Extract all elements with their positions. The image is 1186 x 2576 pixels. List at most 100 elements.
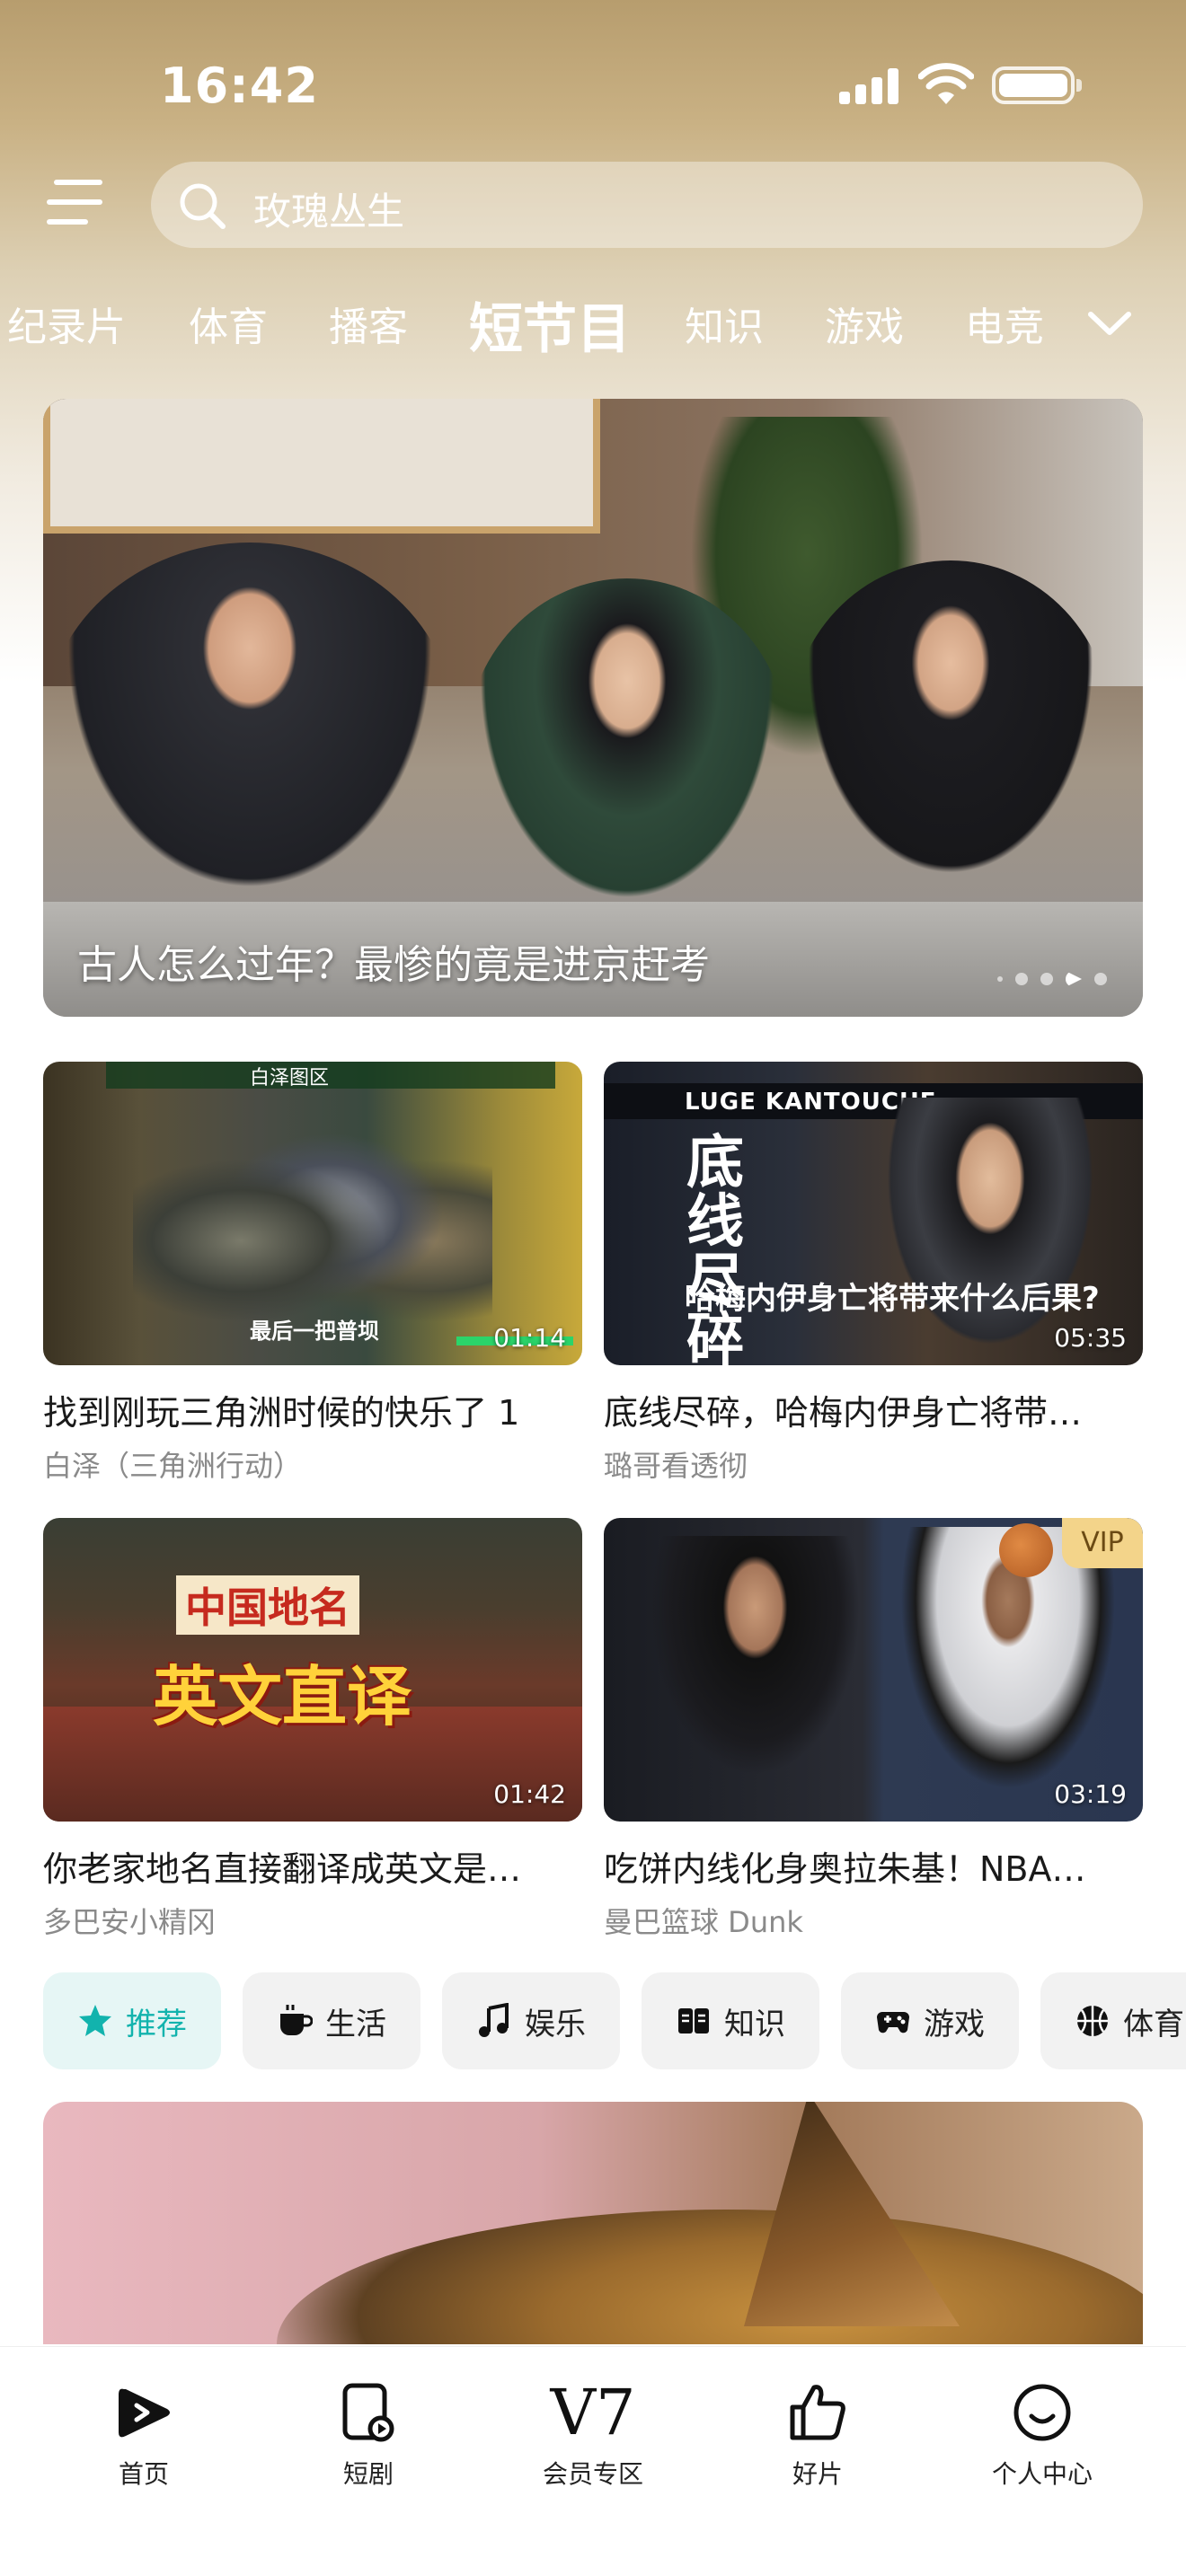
chip-entertainment[interactable]: 娱乐 — [442, 1972, 620, 2069]
video-card[interactable]: LUGE KANTOUCHE 底线尽碎 哈梅内伊身亡将带来什么后果? 05:35… — [604, 1062, 1143, 1485]
play-icon — [54, 2378, 234, 2448]
video-thumbnail: 白泽图区 最后一把普坝 01:14 — [43, 1062, 582, 1365]
video-duration: 03:19 — [1054, 1779, 1127, 1809]
v7-logo-text: V7 — [550, 2376, 636, 2449]
tab-category[interactable]: 纪录片 — [7, 295, 126, 352]
bottom-tab-bar: 首页 短剧 V7 会员专区 好片 个人中心 — [0, 2346, 1186, 2576]
carousel-dot — [1015, 973, 1028, 985]
coffee-icon — [277, 2003, 313, 2039]
tab-category[interactable]: 知识 — [685, 295, 764, 352]
carousel-dot — [1040, 973, 1053, 985]
search-placeholder: 玫瑰丛生 — [253, 190, 405, 234]
search-bar[interactable]: 玫瑰丛生 — [151, 162, 1143, 248]
vip-badge: VIP — [1062, 1518, 1143, 1568]
chip-label: 体育 — [1123, 2006, 1184, 2042]
search-icon — [180, 183, 226, 229]
category-tabs: 纪录片 体育 播客 短节目 知识 游戏 电竞 — [0, 286, 1186, 361]
hero-person — [43, 543, 456, 920]
video-title: 底线尽碎，哈梅内伊身亡将带… — [604, 1393, 1083, 1433]
tab-label: 短剧 — [342, 2459, 394, 2489]
video-duration: 01:42 — [493, 1779, 566, 1809]
carousel-dot-active — [1066, 971, 1082, 987]
video-title: 找到刚玩三角洲时候的快乐了 1 — [43, 1393, 520, 1433]
hero-title: 古人怎么过年？最惨的竟是进京赶考 — [77, 942, 710, 988]
menu-line — [47, 219, 88, 225]
status-bar: 16:42 — [0, 0, 1186, 171]
thumbnail-top-text: 白泽图区 — [250, 1067, 330, 1090]
thumbnail-overlay-text: 最后一把普坝 — [250, 1319, 379, 1344]
chip-label: 推荐 — [126, 2006, 187, 2042]
thumbnail-sub-text: 哈梅内伊身亡将带来什么后果? — [685, 1281, 1100, 1317]
video-title: 吃饼内线化身奥拉朱基！NBA… — [604, 1849, 1086, 1889]
feed-card-image-dog — [277, 2210, 1143, 2344]
feed-card-large[interactable] — [43, 2102, 1143, 2344]
video-author[interactable]: 多巴安小精冈 — [43, 1900, 582, 1941]
tab-label: 个人中心 — [991, 2459, 1093, 2489]
gamepad-icon — [875, 2003, 911, 2039]
music-icon — [476, 2003, 512, 2039]
chip-label: 生活 — [325, 2006, 386, 2042]
chip-sports[interactable]: 体育 — [1040, 1972, 1186, 2069]
status-time: 16:42 — [160, 57, 319, 114]
carousel-dot — [997, 976, 1003, 982]
tab-category[interactable]: 播客 — [329, 295, 408, 352]
tab-category[interactable]: 电竞 — [965, 295, 1044, 352]
video-thumbnail: VIP 03:19 — [604, 1518, 1143, 1822]
video-title: 你老家地名直接翻译成英文是… — [43, 1849, 522, 1889]
carousel-dot — [1094, 973, 1107, 985]
tab-short-drama[interactable]: 短剧 — [279, 2378, 458, 2491]
video-author[interactable]: 白泽（三角洲行动） — [43, 1443, 582, 1485]
video-thumbnail: LUGE KANTOUCHE 底线尽碎 哈梅内伊身亡将带来什么后果? 05:35 — [604, 1062, 1143, 1365]
video-duration: 01:14 — [493, 1323, 566, 1353]
video-card[interactable]: VIP 03:19 吃饼内线化身奥拉朱基！NBA… 曼巴篮球 Dunk — [604, 1518, 1143, 1941]
video-thumbnail: 中国地名 英文直译 01:42 — [43, 1518, 582, 1822]
video-card[interactable]: 白泽图区 最后一把普坝 01:14 找到刚玩三角洲时候的快乐了 1 白泽（三角洲… — [43, 1062, 582, 1485]
chip-knowledge[interactable]: 知识 — [642, 1972, 819, 2069]
tab-home[interactable]: 首页 — [54, 2378, 234, 2491]
menu-button[interactable] — [47, 180, 104, 228]
video-card[interactable]: 中国地名 英文直译 01:42 你老家地名直接翻译成英文是… 多巴安小精冈 — [43, 1518, 582, 1941]
chip-label: 娱乐 — [525, 2006, 586, 2042]
tab-good-films[interactable]: 好片 — [728, 2378, 907, 2491]
cellular-signal-icon — [839, 68, 900, 104]
feed-card-image-ear — [744, 2102, 960, 2326]
chevron-down-icon[interactable] — [1085, 305, 1134, 341]
tab-label: 好片 — [792, 2459, 843, 2489]
menu-line — [54, 180, 102, 185]
v7-logo: V7 — [503, 2378, 683, 2448]
chip-recommend[interactable]: 推荐 — [43, 1972, 221, 2069]
tab-profile[interactable]: 个人中心 — [952, 2378, 1132, 2491]
thumbs-up-icon — [728, 2378, 907, 2448]
tab-category[interactable]: 游戏 — [825, 295, 904, 352]
wifi-icon — [918, 63, 974, 104]
hero-person — [789, 560, 1112, 902]
chip-label: 知识 — [724, 2006, 785, 2042]
chip-label: 游戏 — [924, 2006, 985, 2042]
hero-image-painting — [43, 399, 600, 534]
thumbnail-top-label: 中国地名 — [176, 1575, 359, 1635]
thumbnail-hud-bar — [106, 1062, 555, 1089]
menu-line — [47, 199, 102, 205]
short-drama-icon — [279, 2378, 458, 2448]
video-author[interactable]: 曼巴篮球 Dunk — [604, 1900, 1143, 1941]
battery-icon — [992, 66, 1082, 104]
star-icon — [77, 2003, 113, 2039]
tab-vip[interactable]: V7 会员专区 — [503, 2378, 683, 2491]
tab-category[interactable]: 体育 — [189, 295, 268, 352]
tab-label: 首页 — [118, 2459, 169, 2489]
video-duration: 05:35 — [1054, 1323, 1127, 1353]
hero-person — [465, 578, 789, 920]
basketball-ball — [999, 1523, 1053, 1577]
chip-life[interactable]: 生活 — [243, 1972, 420, 2069]
thumbnail-big-label: 英文直译 — [153, 1659, 412, 1734]
hero-banner[interactable]: 古人怎么过年？最惨的竟是进京赶考 — [43, 399, 1143, 1017]
smile-icon — [952, 2378, 1132, 2448]
tab-category-active[interactable]: 短节目 — [469, 286, 631, 364]
video-author[interactable]: 璐哥看透彻 — [604, 1443, 1143, 1485]
tab-label: 会员专区 — [542, 2459, 643, 2489]
chip-game[interactable]: 游戏 — [841, 1972, 1019, 2069]
thumbnail-big-text: 底线尽碎 — [686, 1130, 744, 1365]
filter-chips: 推荐 生活 娱乐 知识 游戏 体育 — [0, 1972, 1186, 2071]
carousel-indicator — [997, 970, 1107, 988]
basketball-icon — [1075, 2003, 1111, 2039]
